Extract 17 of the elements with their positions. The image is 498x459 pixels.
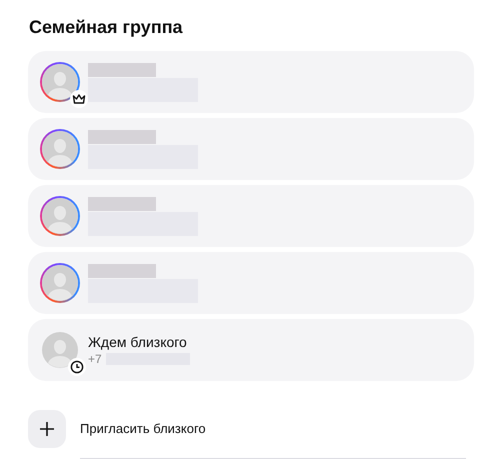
invite-button[interactable]: Пригласить близкого <box>28 410 470 448</box>
plus-icon <box>28 410 66 448</box>
member-card[interactable] <box>28 118 474 180</box>
blurred-name <box>88 130 156 144</box>
clock-icon <box>68 358 86 376</box>
blurred-name <box>88 196 156 210</box>
member-card[interactable] <box>28 185 474 247</box>
member-card[interactable] <box>28 252 474 314</box>
blurred-name <box>88 264 156 278</box>
crown-icon <box>70 90 88 108</box>
member-phone: +7 <box>88 351 102 367</box>
member-card[interactable] <box>28 51 474 113</box>
avatar-icon <box>42 332 78 368</box>
member-name: Ждем близкого <box>88 333 188 351</box>
section-title: Семейная группа <box>29 16 184 39</box>
blurred-name <box>88 62 156 76</box>
member-card[interactable]: Ждем близкого +7 <box>28 319 474 381</box>
